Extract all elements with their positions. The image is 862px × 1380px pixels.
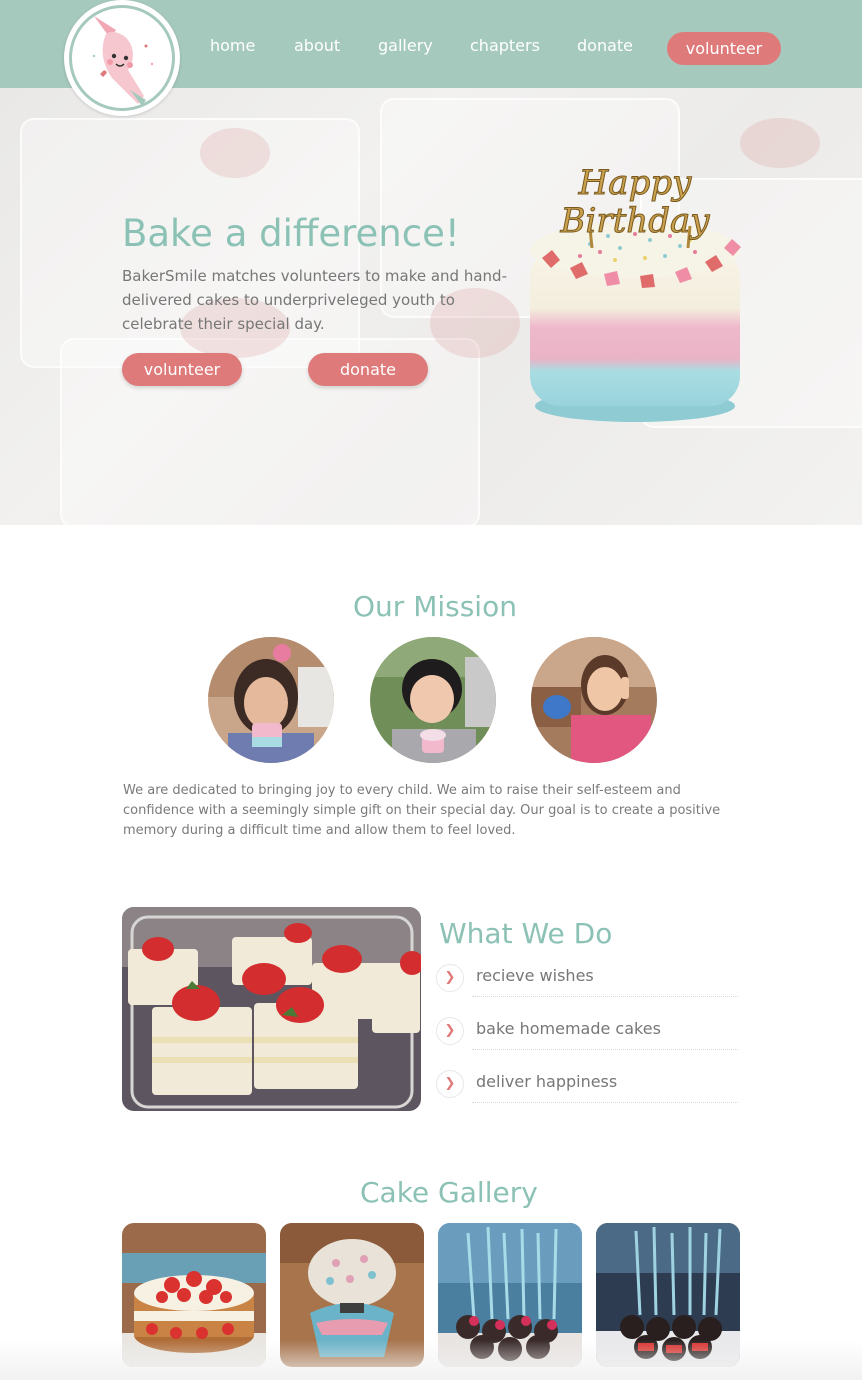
nav-chapters[interactable]: chapters (470, 36, 540, 55)
list-item: ❯ recieve wishes (436, 962, 738, 998)
chevron-right-icon: ❯ (436, 1070, 464, 1098)
list-item-label: deliver happiness (476, 1072, 618, 1091)
hero-donate-button[interactable]: donate (308, 353, 428, 386)
nav-gallery[interactable]: gallery (378, 36, 433, 55)
mission-title: Our Mission (353, 590, 517, 623)
hero-title: Bake a difference! (122, 212, 460, 255)
hero-volunteer-button[interactable]: volunteer (122, 353, 242, 386)
hero-bg-strawberry (200, 128, 270, 178)
list-item-label: recieve wishes (476, 966, 594, 985)
child-with-cookie-image (531, 637, 657, 763)
hero-bg-strawberry (740, 118, 820, 168)
chevron-right-icon: ❯ (436, 1017, 464, 1045)
mission-photo-2 (370, 637, 496, 763)
nav-volunteer-button[interactable]: volunteer (667, 32, 781, 65)
bottom-fade (0, 1340, 862, 1380)
birthday-cake-image: Happy Birthday (530, 163, 741, 422)
divider (472, 1049, 738, 1050)
child-with-cake-image (208, 637, 334, 763)
piping-bag-logo-icon (92, 16, 154, 106)
nav-home[interactable]: home (210, 36, 255, 55)
mission-photo-3 (531, 637, 657, 763)
what-we-do-photo (122, 907, 421, 1111)
cake-topper-text-2: Birthday (560, 201, 711, 241)
strawberry-cake-slices-image (122, 907, 421, 1111)
mission-photo-1 (208, 637, 334, 763)
mission-text: We are dedicated to bringing joy to ever… (123, 783, 721, 838)
nav-about[interactable]: about (294, 36, 340, 55)
child-with-cupcake-image (370, 637, 496, 763)
hero-section: Bake a difference! BakerSmile matches vo… (0, 88, 862, 525)
cake-topper-text-1: Happy (578, 163, 692, 203)
divider (472, 996, 738, 997)
site-logo[interactable] (64, 0, 180, 116)
divider (472, 1102, 738, 1103)
logo-ring (69, 5, 175, 111)
gallery-title: Cake Gallery (360, 1176, 538, 1209)
hero-description: BakerSmile matches volunteers to make an… (122, 267, 507, 333)
list-item: ❯ deliver happiness (436, 1068, 738, 1104)
nav-donate[interactable]: donate (577, 36, 633, 55)
chevron-right-icon: ❯ (436, 964, 464, 992)
list-item-label: bake homemade cakes (476, 1019, 661, 1038)
list-item: ❯ bake homemade cakes (436, 1015, 738, 1051)
what-we-do-title: What We Do (439, 917, 613, 950)
